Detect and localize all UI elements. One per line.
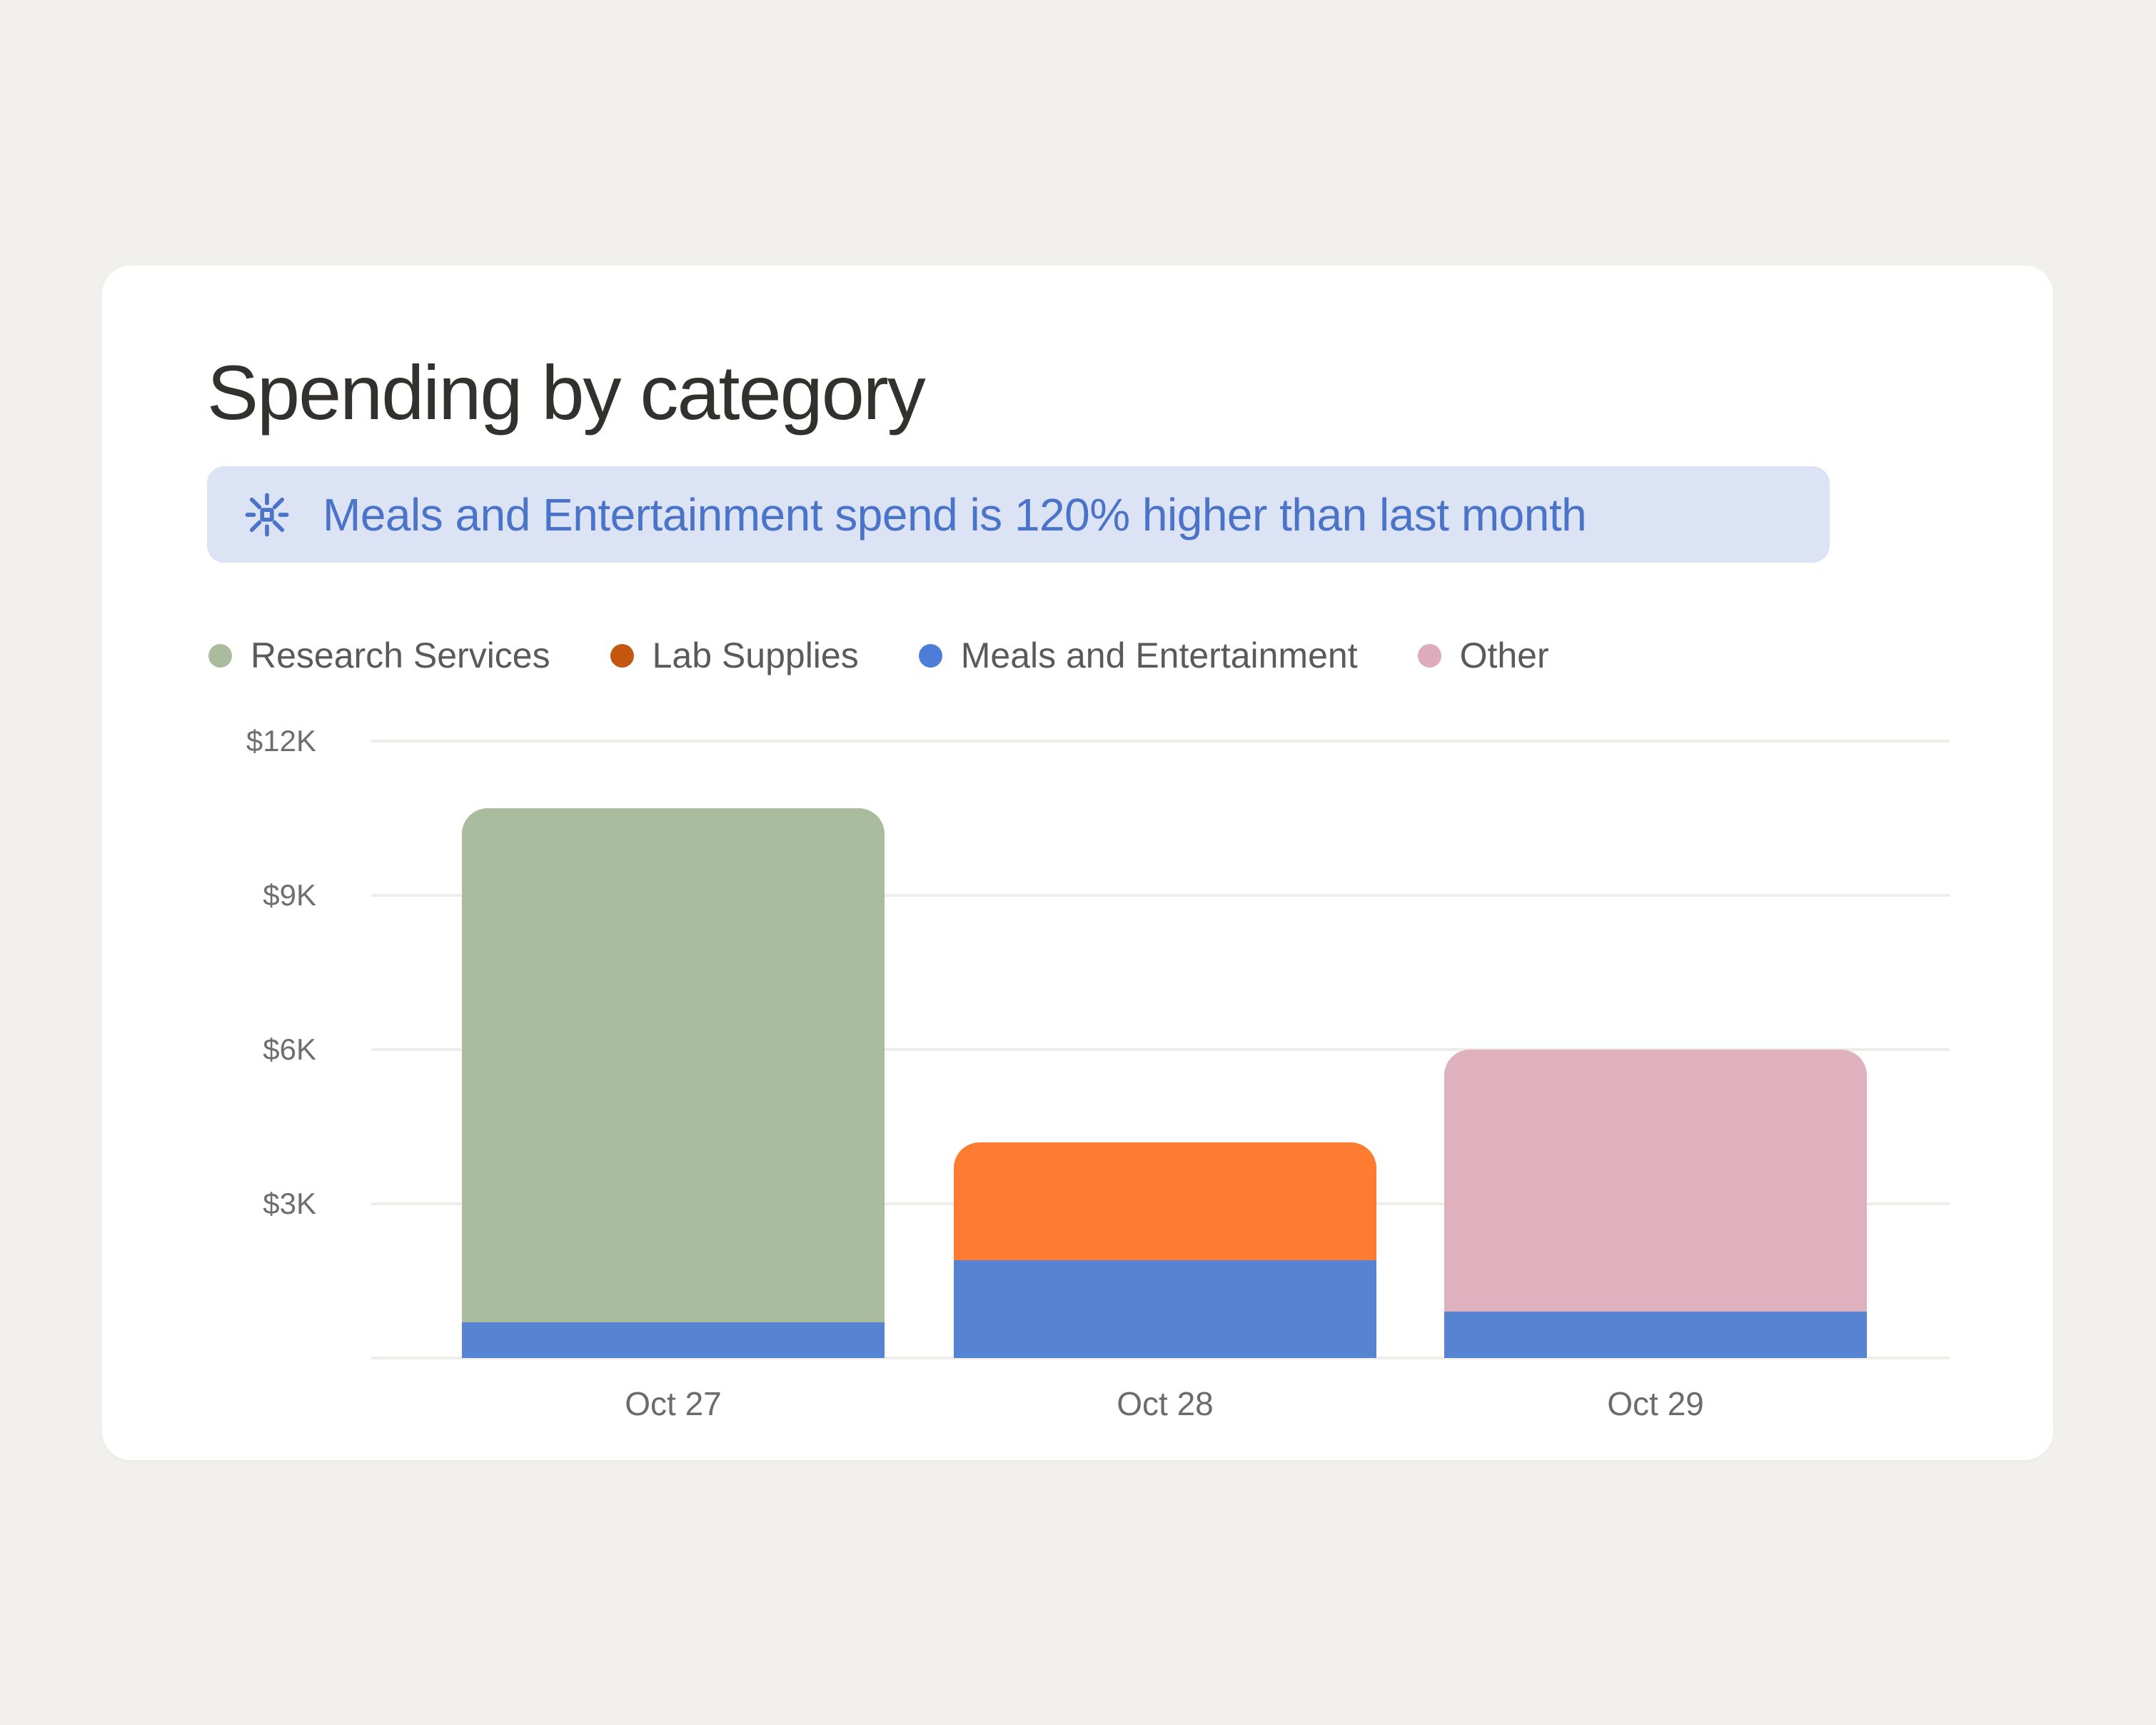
- bar-segment[interactable]: [954, 1260, 1376, 1358]
- chart: $12K $9K $6K $3K Oct 27 Oct 28 Oct 29: [102, 266, 2053, 1460]
- bar-segment[interactable]: [462, 1322, 885, 1358]
- y-axis-tick-label: $6K: [145, 1032, 316, 1067]
- y-axis-tick-label: $3K: [145, 1187, 316, 1221]
- bar-segment[interactable]: [1444, 1050, 1867, 1312]
- spending-card: Spending by category Meals and Entertain…: [102, 266, 2053, 1460]
- gridline: [371, 740, 1950, 743]
- y-axis-tick-label: $9K: [145, 878, 316, 912]
- x-axis-tick-label: Oct 29: [1513, 1385, 1798, 1422]
- bar-segment[interactable]: [954, 1142, 1376, 1261]
- x-axis-tick-label: Oct 27: [530, 1385, 816, 1422]
- bar-segment[interactable]: [1444, 1312, 1867, 1358]
- bar-segment[interactable]: [462, 808, 885, 1322]
- y-axis-tick-label: $12K: [145, 724, 316, 758]
- x-axis-tick-label: Oct 28: [1022, 1385, 1308, 1422]
